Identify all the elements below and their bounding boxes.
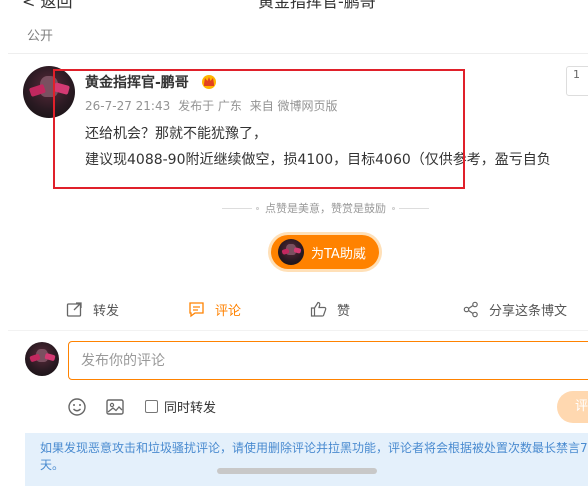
repost-checkbox[interactable]: 同时转发 (145, 397, 216, 416)
repost-checkbox-label: 同时转发 (164, 401, 217, 416)
page-title: 黄金指挥官-鹏哥 (258, 0, 376, 10)
like-button[interactable]: 赞 (310, 300, 350, 319)
image-icon[interactable] (105, 397, 125, 417)
comment-button[interactable]: 评论 (188, 300, 241, 319)
divider (8, 53, 588, 54)
comment-label: 评论 (215, 304, 242, 319)
checkbox-box[interactable] (145, 400, 158, 413)
comment-icon (189, 302, 204, 318)
moderation-notice: 如果发现恶意攻击和垃圾骚扰评论，请使用删除评论并拉黑功能，评论者将会根据被处置次… (25, 433, 588, 486)
share-label: 分享这条博文 (489, 304, 568, 319)
like-label: 赞 (337, 304, 351, 319)
horizontal-scrollbar[interactable] (217, 468, 377, 474)
action-bar: 转发 评论 赞 分享这条博文 (0, 300, 588, 324)
follow-counter[interactable]: 1 (566, 66, 588, 96)
my-avatar (25, 342, 59, 376)
support-label: 为TA助威 (311, 246, 366, 262)
comment-input[interactable] (68, 341, 588, 380)
emoji-icon[interactable] (67, 397, 87, 417)
visibility-label: 公开 (27, 29, 54, 44)
highlight-box (53, 69, 465, 189)
thumbs-up-icon (310, 301, 327, 317)
top-bar: < 返回 黄金指挥官-鹏哥 (0, 0, 588, 10)
back-button[interactable]: < 返回 (22, 0, 73, 10)
share-button[interactable]: 分享这条博文 (463, 300, 567, 319)
repost-button[interactable]: 转发 (66, 300, 119, 319)
share-icon (463, 301, 478, 318)
support-avatar (278, 239, 304, 265)
repost-icon (66, 302, 82, 317)
like-tip: 点赞是美意，赞赏是鼓励 (218, 200, 433, 216)
support-button[interactable]: 为TA助威 (271, 235, 379, 269)
repost-label: 转发 (93, 304, 120, 319)
submit-comment-button[interactable]: 评 (557, 391, 588, 423)
like-tip-text: 点赞是美意，赞赏是鼓励 (265, 202, 386, 215)
